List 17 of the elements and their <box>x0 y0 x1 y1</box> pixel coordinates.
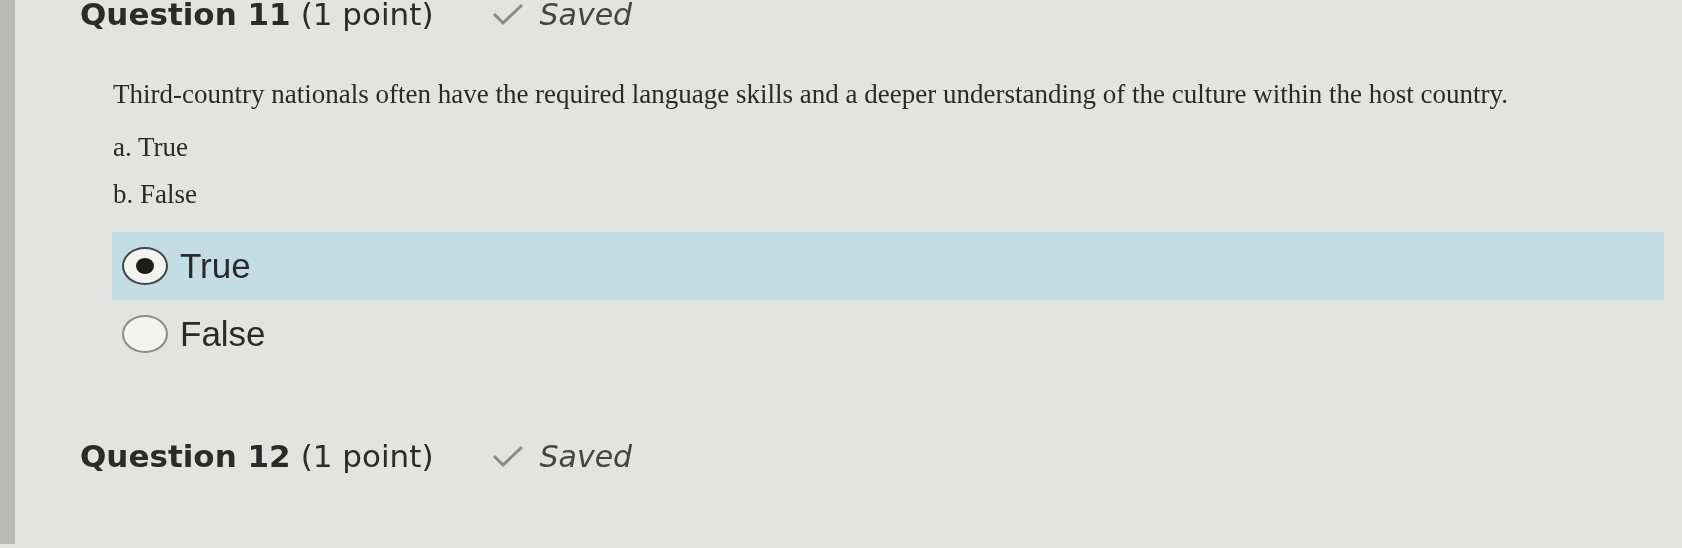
radio-button[interactable] <box>122 247 168 285</box>
question-text: Third-country nationals often have the required language skills and a deeper understanding of the culture within the host country. <box>113 78 1510 111</box>
saved-status: Saved <box>539 0 633 32</box>
choice-option: a. True <box>113 132 1682 163</box>
check-icon <box>491 2 526 26</box>
question-points: (1 point) <box>300 0 434 32</box>
answer-label: True <box>180 246 251 286</box>
answer-option[interactable]: True <box>112 232 1664 300</box>
question-title: Question 11 <box>80 0 291 32</box>
check-icon <box>491 444 526 468</box>
answer-option[interactable]: False <box>112 300 1664 368</box>
question-title: Question 12 <box>80 438 291 474</box>
answer-label: False <box>180 314 266 354</box>
radio-button[interactable] <box>122 315 168 353</box>
saved-status: Saved <box>539 438 633 474</box>
choice-option: b. False <box>113 179 1682 210</box>
question-points: (1 point) <box>300 438 434 474</box>
